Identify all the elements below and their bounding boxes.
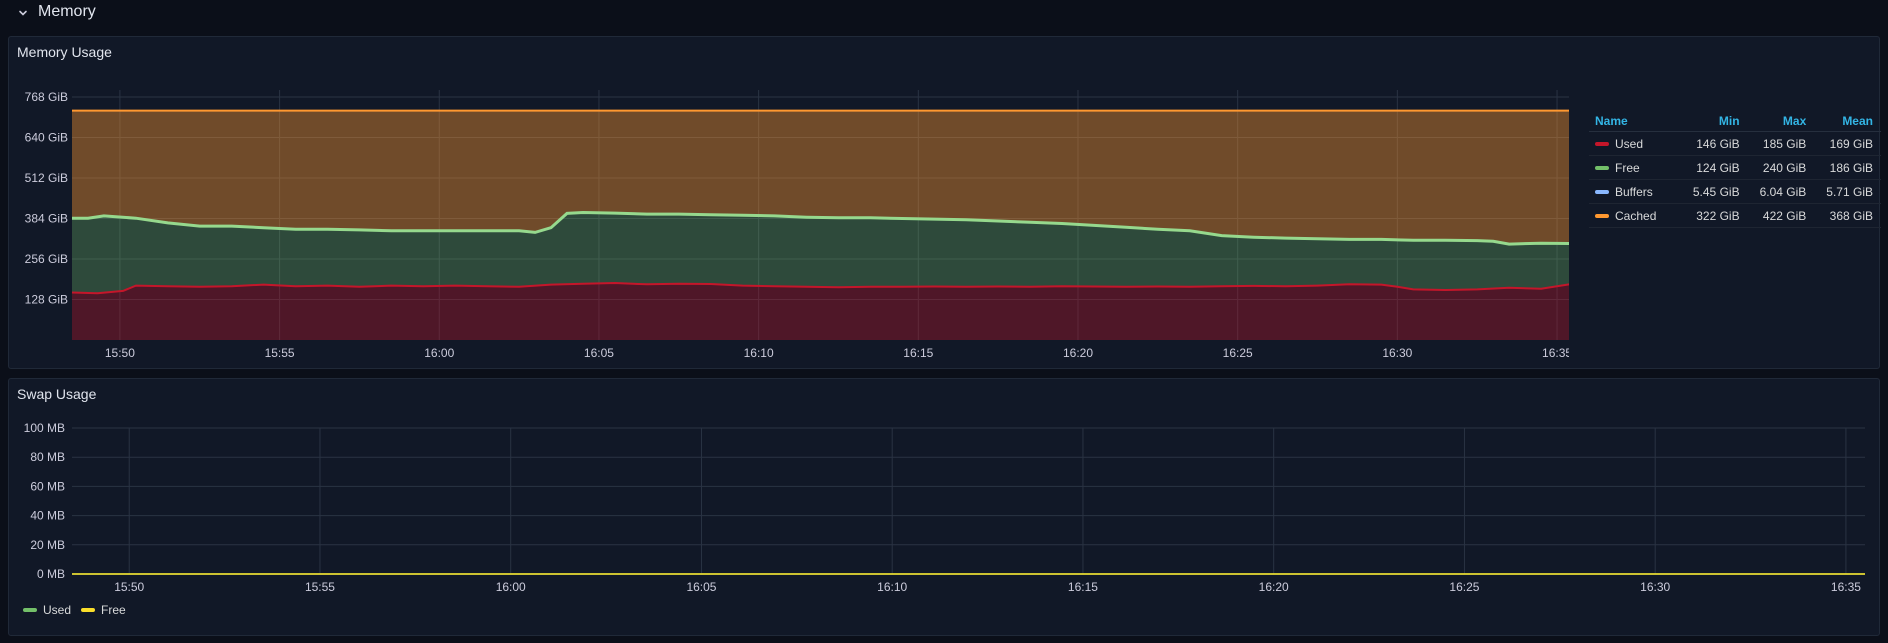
x-tick-label: 16:20	[1259, 580, 1289, 594]
x-tick-label: 16:00	[424, 346, 454, 360]
memory-usage-panel: Memory Usage 128 GiB 256 GiB 384 GiB 512 Gi…	[8, 36, 1881, 370]
series-area-used	[72, 283, 1569, 340]
legend-name-cell: Used	[1589, 131, 1681, 156]
x-tick-label: 16:15	[903, 346, 933, 360]
x-tick-label: 16:30	[1640, 580, 1670, 594]
y-tick-label: 60 MB	[30, 479, 65, 493]
y-tick-label: 640 GiB	[25, 130, 68, 144]
x-tick-label: 16:20	[1063, 346, 1093, 360]
x-tick-label: 15:50	[105, 346, 135, 360]
legend-row-used[interactable]: Used 146 GiB 185 GiB 169 GiB	[1589, 131, 1881, 156]
memory-usage-chart[interactable]: 128 GiB 256 GiB 384 GiB 512 GiB 640 GiB 768 G…	[9, 37, 1569, 370]
chevron-down-icon[interactable]	[17, 7, 29, 19]
legend-max: 185 GiB	[1747, 131, 1815, 156]
legend-item-used[interactable]: Used	[23, 603, 71, 617]
y-tick-label: 256 GiB	[25, 252, 68, 266]
legend-item-free[interactable]: Free	[81, 603, 126, 617]
legend-row-buffers[interactable]: Buffers 5.45 GiB 6.04 GiB 5.71 GiB	[1589, 179, 1881, 204]
series-color-swatch	[1595, 214, 1609, 219]
x-tick-label: 16:10	[744, 346, 774, 360]
legend-header-name[interactable]: Name	[1589, 111, 1681, 132]
legend-row-free[interactable]: Free 124 GiB 240 GiB 186 GiB	[1589, 155, 1881, 180]
legend-header-max[interactable]: Max	[1747, 111, 1815, 132]
legend-header-min[interactable]: Min	[1680, 111, 1748, 132]
legend-min: 146 GiB	[1680, 131, 1748, 156]
memory-legend-table: Name Min Max Mean Used 146 GiB 185 GiB 1…	[1589, 111, 1881, 228]
legend-mean: 5.71 GiB	[1814, 179, 1881, 204]
y-tick-label: 0 MB	[37, 567, 65, 581]
series-color-swatch	[1595, 190, 1609, 195]
x-tick-label: 16:35	[1831, 580, 1861, 594]
legend-series-name[interactable]: Buffers	[1615, 185, 1653, 199]
y-tick-label: 100 MB	[24, 421, 65, 435]
x-tick-label: 16:00	[496, 580, 526, 594]
x-tick-label: 15:55	[305, 580, 335, 594]
y-tick-label: 20 MB	[30, 538, 65, 552]
y-tick-label: 128 GiB	[25, 292, 68, 306]
x-tick-label: 16:30	[1382, 346, 1412, 360]
legend-mean: 186 GiB	[1814, 155, 1881, 180]
swap-usage-chart[interactable]: 0 MB 20 MB 40 MB 60 MB 80 MB 100 MB 15:50 15:55…	[9, 379, 1879, 599]
legend-series-name[interactable]: Cached	[1615, 209, 1656, 223]
legend-min: 322 GiB	[1680, 203, 1748, 228]
legend-max: 240 GiB	[1747, 155, 1815, 180]
y-tick-label: 512 GiB	[25, 171, 68, 185]
series-color-swatch	[1595, 166, 1609, 171]
legend-min: 124 GiB	[1680, 155, 1748, 180]
x-tick-label: 16:15	[1068, 580, 1098, 594]
legend-mean: 169 GiB	[1814, 131, 1881, 156]
series-color-swatch	[23, 608, 37, 612]
legend-header-row: Name Min Max Mean	[1589, 111, 1881, 132]
legend-mean: 368 GiB	[1814, 203, 1881, 228]
x-tick-label: 16:35	[1542, 346, 1569, 360]
legend-row-cached[interactable]: Cached 322 GiB 422 GiB 368 GiB	[1589, 203, 1881, 228]
series-color-swatch	[1595, 142, 1609, 147]
series-color-swatch	[81, 608, 96, 612]
swap-legend: Used Free	[23, 603, 126, 617]
legend-name-cell: Cached	[1589, 203, 1681, 228]
y-tick-label: 768 GiB	[25, 90, 68, 104]
row-title: Memory	[38, 3, 96, 20]
legend-series-name[interactable]: Free	[1615, 161, 1640, 175]
x-tick-label: 16:05	[584, 346, 614, 360]
legend-series-name[interactable]: Free	[101, 603, 126, 617]
x-tick-label: 15:50	[114, 580, 144, 594]
y-tick-label: 40 MB	[30, 509, 65, 523]
legend-max: 6.04 GiB	[1747, 179, 1815, 204]
x-tick-label: 15:55	[265, 346, 295, 360]
x-tick-label: 16:10	[877, 580, 907, 594]
y-tick-label: 80 MB	[30, 450, 65, 464]
x-tick-label: 16:05	[686, 580, 716, 594]
x-tick-label: 16:25	[1449, 580, 1479, 594]
swap-usage-panel: Swap Usage 0 MB 20 MB 40 MB 60 MB 80 MB 100 M…	[8, 378, 1880, 636]
x-tick-label: 16:25	[1223, 346, 1253, 360]
legend-name-cell: Buffers	[1589, 179, 1681, 204]
legend-series-name[interactable]: Used	[1615, 137, 1643, 151]
y-tick-label: 384 GiB	[25, 211, 68, 225]
legend-min: 5.45 GiB	[1680, 179, 1748, 204]
legend-name-cell: Free	[1589, 155, 1681, 180]
legend-header-mean[interactable]: Mean	[1814, 111, 1881, 132]
legend-max: 422 GiB	[1747, 203, 1815, 228]
legend-series-name[interactable]: Used	[43, 603, 71, 617]
row-header-memory[interactable]: Memory	[0, 0, 1888, 26]
